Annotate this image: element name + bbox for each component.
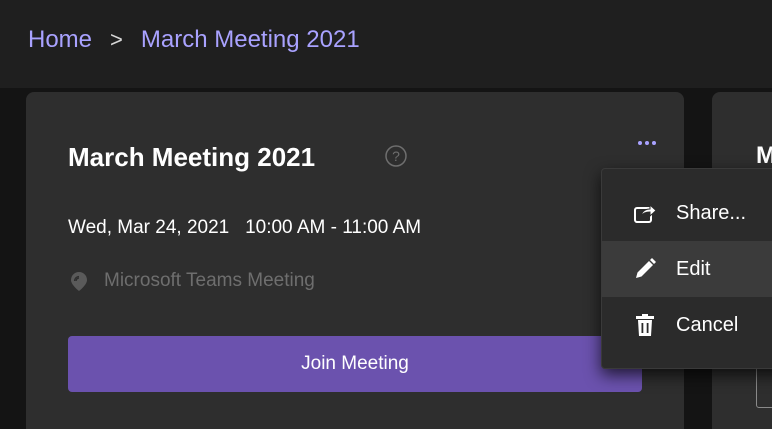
pencil-icon	[632, 256, 658, 282]
top-bar: Home > March Meeting 2021	[0, 0, 772, 88]
breadcrumb-current: March Meeting 2021	[140, 26, 360, 53]
meeting-datetime: Wed, Mar 24, 2021 10:00 AM - 11:00 AM	[68, 217, 422, 238]
menu-item-cancel[interactable]: Cancel	[602, 297, 772, 353]
more-icon	[638, 141, 642, 145]
meeting-location: Microsoft Teams Meeting	[68, 270, 315, 292]
help-icon[interactable]: ?	[384, 144, 408, 168]
trash-icon	[632, 312, 658, 338]
meeting-title: March Meeting 2021	[68, 142, 316, 172]
breadcrumb-separator: >	[110, 27, 123, 52]
menu-item-edit[interactable]: Edit	[602, 241, 772, 297]
context-menu: Share... Edit Cancel	[601, 168, 772, 369]
meeting-location-label: Microsoft Teams Meeting	[104, 270, 315, 291]
join-meeting-button[interactable]: Join Meeting	[68, 336, 642, 392]
breadcrumb-home-link[interactable]: Home	[28, 20, 92, 60]
meeting-card: March Meeting 2021 ? Wed, Mar 24, 2021 1…	[26, 92, 684, 429]
menu-item-share-label: Share...	[676, 201, 747, 224]
breadcrumb: Home > March Meeting 2021	[28, 20, 360, 60]
menu-item-cancel-label: Cancel	[676, 313, 739, 336]
menu-item-share[interactable]: Share...	[602, 185, 772, 241]
svg-text:?: ?	[392, 148, 400, 164]
share-icon	[632, 200, 658, 226]
second-card-title: M	[756, 142, 772, 169]
menu-item-edit-label: Edit	[676, 257, 711, 280]
location-icon	[71, 272, 87, 291]
more-options-button[interactable]	[626, 132, 668, 154]
